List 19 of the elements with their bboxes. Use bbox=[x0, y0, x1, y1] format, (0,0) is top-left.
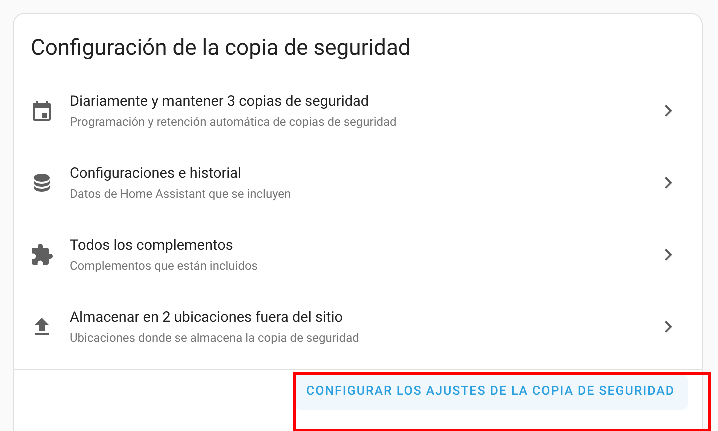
item-title: Todos los complementos bbox=[70, 236, 234, 256]
settings-item[interactable]: Almacenar en 2 ubicaciones fuera del sitio Ubicaciones donde se almacena la copia de seguridad bbox=[14, 291, 702, 363]
settings-item[interactable]: Diariamente y mantener 3 copias de seguridad Programación y retención automática de copias de seguridad bbox=[14, 75, 702, 147]
item-title: Configuraciones e historial bbox=[70, 164, 243, 184]
puzzle-icon bbox=[30, 243, 54, 267]
chevron-icon bbox=[664, 249, 672, 261]
item-subtitle: Complementos que están incluidos bbox=[70, 258, 260, 274]
chevron-icon bbox=[664, 321, 672, 333]
chevron-icon bbox=[664, 177, 672, 189]
chevron-icon bbox=[664, 105, 672, 117]
item-subtitle: Datos de Home Assistant que se incluyen bbox=[70, 186, 292, 202]
settings-item[interactable]: Configuraciones e historial Datos de Home Assistant que se incluyen bbox=[14, 147, 702, 219]
item-subtitle: Programación y retención automática de copias de seguridad bbox=[70, 114, 398, 130]
item-subtitle: Ubicaciones donde se almacena la copia de seguridad bbox=[70, 330, 360, 346]
card-title: Configuración de la copia de seguridad bbox=[30, 35, 412, 63]
calendar-icon bbox=[30, 99, 54, 123]
item-title: Almacenar en 2 ubicaciones fuera del sitio bbox=[70, 308, 344, 328]
settings-item[interactable]: Todos los complementos Complementos que están incluidos bbox=[14, 219, 702, 291]
item-title: Diariamente y mantener 3 copias de seguridad bbox=[70, 92, 370, 112]
